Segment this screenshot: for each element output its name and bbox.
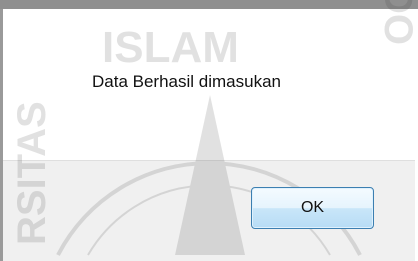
dialog-message: Data Berhasil dimasukan [92, 72, 281, 91]
screen: ISLAM RSITAS INDO Data Berhasil dimasuka… [0, 0, 418, 261]
ok-button[interactable]: OK [251, 187, 374, 229]
window-top-edge [0, 0, 418, 9]
